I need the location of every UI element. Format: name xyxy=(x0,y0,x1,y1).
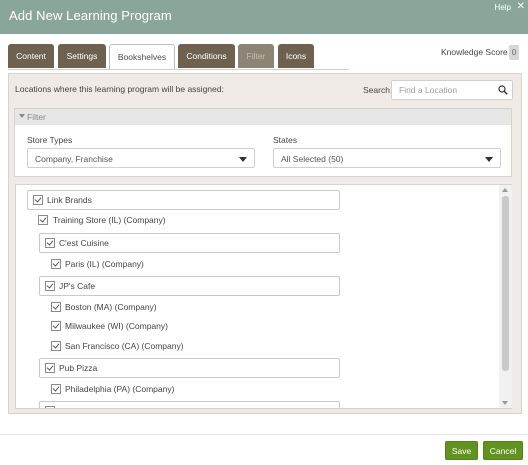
help-link[interactable]: Help xyxy=(495,3,511,12)
location-tree: Link Brands Training Store (IL) (Company… xyxy=(15,184,512,409)
collapse-triangle-icon xyxy=(19,114,25,118)
states-value: All Selected (50) xyxy=(281,154,344,164)
filter-header[interactable]: Filter xyxy=(15,109,511,125)
knowledge-score-value: 0 xyxy=(509,45,519,60)
dialog-title: Add New Learning Program xyxy=(9,8,172,23)
tree-group-pub-pizza[interactable]: Pub Pizza xyxy=(39,358,340,378)
tree-item-label[interactable]: San Francisco (CA) (Company) xyxy=(65,341,184,351)
store-types-select[interactable]: Company, Franchise xyxy=(27,148,255,168)
tree-item-label[interactable]: Paris (IL) (Company) xyxy=(65,259,144,269)
cancel-button[interactable]: Cancel xyxy=(483,441,523,460)
search-input[interactable] xyxy=(392,81,499,99)
scroll-up-icon[interactable] xyxy=(502,188,508,192)
tree-item-label: Pub Pizza xyxy=(59,363,98,373)
tree-group-jps-cafe[interactable]: JP's Cafe xyxy=(39,276,340,296)
states-select[interactable]: All Selected (50) xyxy=(273,148,501,168)
chevron-down-icon xyxy=(485,157,493,162)
tree-group-partial[interactable] xyxy=(39,401,340,408)
tab-icons[interactable]: Icons xyxy=(278,44,314,68)
store-types-label: Store Types xyxy=(27,135,73,145)
tree-item-label[interactable]: Training Store (IL) (Company) xyxy=(53,215,166,225)
save-button[interactable]: Save xyxy=(445,441,478,460)
states-label: States xyxy=(273,135,298,145)
search-icon[interactable] xyxy=(498,85,508,95)
search-label: Search xyxy=(363,85,390,95)
tree-item-label: JP's Cafe xyxy=(59,281,96,291)
checkbox-checked-icon[interactable] xyxy=(51,384,61,394)
checkbox-checked-icon[interactable] xyxy=(51,341,61,351)
scroll-down-icon[interactable] xyxy=(502,401,508,405)
footer-divider xyxy=(0,434,528,435)
tree-item-label[interactable]: Boston (MA) (Company) xyxy=(65,302,157,312)
tree-item-label: C'est Cuisine xyxy=(59,238,109,248)
tree-group-cest-cuisine[interactable]: C'est Cuisine xyxy=(39,233,340,253)
checkbox-checked-icon[interactable] xyxy=(51,321,61,331)
checkbox-checked-icon[interactable] xyxy=(33,195,43,205)
dialog-titlebar: Add New Learning Program Help ✕ xyxy=(0,0,528,34)
knowledge-score-label: Knowledge Score xyxy=(441,47,508,57)
chevron-down-icon xyxy=(239,157,247,162)
tree-group-link-brands[interactable]: Link Brands xyxy=(27,190,340,210)
locations-description: Locations where this learning program wi… xyxy=(15,84,224,94)
tab-filter: Filter xyxy=(238,44,274,68)
tab-content[interactable]: Content xyxy=(8,44,54,68)
checkbox-checked-icon[interactable] xyxy=(51,259,61,269)
checkbox-checked-icon[interactable] xyxy=(45,406,55,408)
tree-item-label[interactable]: Milwaukee (WI) (Company) xyxy=(65,321,168,331)
tree-scrollbar[interactable] xyxy=(499,185,512,408)
scroll-thumb[interactable] xyxy=(502,196,509,371)
tab-conditions[interactable]: Conditions xyxy=(178,44,235,68)
checkbox-checked-icon[interactable] xyxy=(45,281,55,291)
store-types-value: Company, Franchise xyxy=(35,154,113,164)
tab-settings[interactable]: Settings xyxy=(58,44,106,68)
tab-bookshelves[interactable]: Bookshelves xyxy=(109,44,175,70)
close-icon[interactable]: ✕ xyxy=(517,1,525,12)
checkbox-checked-icon[interactable] xyxy=(38,215,48,225)
checkbox-checked-icon[interactable] xyxy=(51,302,61,312)
tab-underline xyxy=(8,69,349,70)
checkbox-checked-icon[interactable] xyxy=(45,363,55,373)
tree-item-label[interactable]: Philadelphia (PA) (Company) xyxy=(65,384,174,394)
search-field xyxy=(391,80,513,100)
checkbox-checked-icon[interactable] xyxy=(45,238,55,248)
filter-title: Filter xyxy=(27,112,46,122)
tree-item-label: Link Brands xyxy=(47,195,92,205)
